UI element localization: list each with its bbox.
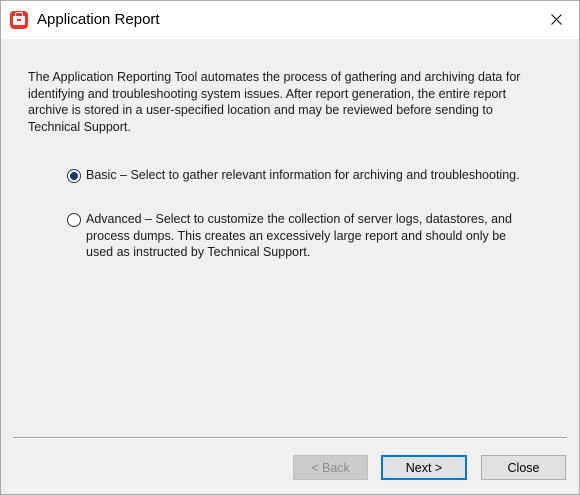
- footer-separator: [13, 437, 567, 439]
- close-window-button[interactable]: [535, 1, 579, 39]
- basic-option-label[interactable]: Basic – Select to gather relevant inform…: [86, 167, 556, 184]
- back-button[interactable]: < Back: [293, 455, 368, 480]
- basic-radio[interactable]: [67, 169, 81, 183]
- advanced-radio[interactable]: [67, 213, 81, 227]
- description-text: The Application Reporting Tool automates…: [28, 70, 521, 134]
- window-title: Application Report: [37, 11, 160, 28]
- close-button[interactable]: Close: [481, 455, 566, 480]
- close-icon: [551, 14, 562, 25]
- dialog-content: The Application Reporting Tool automates…: [1, 39, 579, 494]
- title-bar: Application Report: [1, 1, 579, 39]
- advanced-option-label[interactable]: Advanced – Select to customize the colle…: [86, 211, 531, 261]
- application-report-dialog: Application Report The Application Repor…: [0, 0, 580, 495]
- toolbox-icon: [10, 11, 28, 29]
- next-button[interactable]: Next >: [381, 455, 467, 480]
